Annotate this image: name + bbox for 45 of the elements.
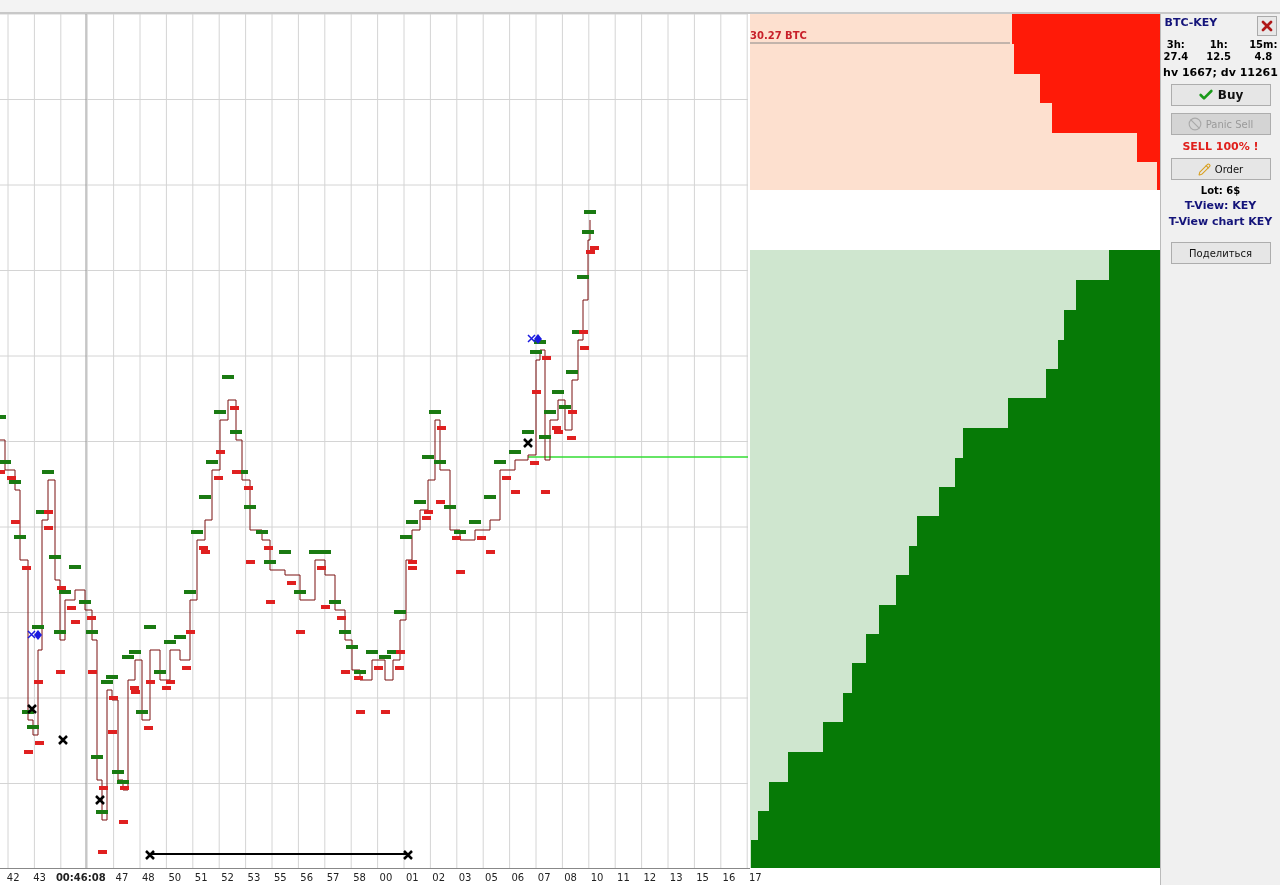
close-button[interactable] xyxy=(1256,16,1277,36)
ask-volume-label: 30.27 BTC xyxy=(750,30,807,41)
time-label: 03 xyxy=(457,871,473,883)
volume-text: hv 1667; dv 11261 xyxy=(1163,66,1278,79)
check-icon xyxy=(1197,87,1214,103)
time-label: 05 xyxy=(484,871,499,883)
tradingview-link[interactable]: T-View: KEY xyxy=(1184,199,1257,212)
pencil-icon xyxy=(1197,162,1211,176)
lot-size: Lot: 6$ xyxy=(1200,185,1241,196)
current-time-label: 00:46:08 xyxy=(54,871,107,883)
time-label: 06 xyxy=(510,871,526,883)
time-label: 17 xyxy=(748,871,763,883)
change-stat: 3h: 27.4 xyxy=(1163,39,1189,63)
time-label: 55 xyxy=(272,871,288,883)
time-label: 57 xyxy=(325,871,341,883)
time-label: 11 xyxy=(616,871,631,883)
time-label: 08 xyxy=(563,871,578,883)
share-button[interactable]: Поделиться xyxy=(1170,242,1271,264)
change-stat: 1h: 12.5 xyxy=(1206,39,1231,63)
time-label: 58 xyxy=(352,871,367,883)
time-label: 53 xyxy=(246,871,262,883)
sell-warning-text: SELL 100% ! xyxy=(1182,140,1259,153)
time-label: 42 xyxy=(5,871,21,883)
change-stat: 15m: 4.8 xyxy=(1249,39,1278,63)
buy-button[interactable]: Buy xyxy=(1170,84,1271,106)
time-label: 01 xyxy=(404,871,420,883)
time-label: 16 xyxy=(721,871,737,883)
time-label: 15 xyxy=(695,871,710,883)
time-label: 52 xyxy=(220,871,235,883)
tradingview-link[interactable]: T-View chart KEY xyxy=(1168,215,1273,228)
time-label: 48 xyxy=(141,871,156,883)
order-button[interactable]: Order xyxy=(1170,158,1271,180)
time-label: 51 xyxy=(193,871,209,883)
time-label: 00 xyxy=(378,871,394,883)
time-label: 02 xyxy=(431,871,447,883)
time-label: 10 xyxy=(589,871,605,883)
time-label: 50 xyxy=(167,871,183,883)
time-label: 56 xyxy=(299,871,315,883)
time-label: 43 xyxy=(32,871,47,883)
time-label: 07 xyxy=(536,871,552,883)
time-label: 13 xyxy=(668,871,684,883)
time-label: 47 xyxy=(114,871,130,883)
time-label: 12 xyxy=(642,871,658,883)
prohibited-icon xyxy=(1187,117,1202,131)
pair-title: BTC-KEY xyxy=(1164,16,1218,29)
